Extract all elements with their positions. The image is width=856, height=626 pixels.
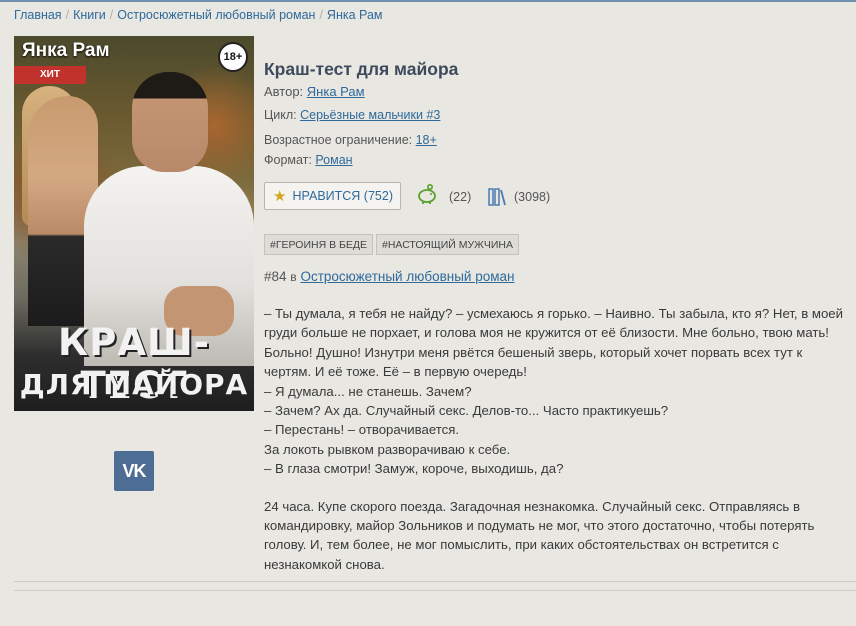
cycle-link[interactable]: Серьёзные мальчики #3 [300,108,440,122]
breadcrumb-home[interactable]: Главная [14,8,62,22]
vk-share-button[interactable]: VK [114,451,154,491]
age-link[interactable]: 18+ [416,133,437,147]
like-button[interactable]: ★ НРАВИТСЯ (752) [264,182,401,210]
like-label: НРАВИТСЯ (752) [292,189,393,203]
author-label: Автор: [264,84,304,99]
library-icon[interactable] [488,188,508,206]
description-paragraph: – Я думала... не станешь. Зачем? [264,383,472,399]
cycle-label: Цикл: [264,108,297,122]
author-link[interactable]: Янка Рам [307,84,365,99]
breadcrumb-books[interactable]: Книги [73,8,106,22]
breadcrumb-separator: / [109,8,114,22]
description-paragraph: – Ты думала, я тебя не найду? – усмехаюс… [264,306,844,380]
description-paragraph: – Зачем? Ах да. Случайный секс. Делов-то… [264,403,669,419]
description-paragraph: 24 часа. Купе скорого поезда. Загадочная… [264,498,815,572]
breadcrumb: Главная / Книги / Остросюжетный любовный ром… [14,8,383,22]
book-title: Краш-тест для майора [264,59,459,79]
piggy-count: (22) [449,190,472,204]
format-link[interactable]: Роман [315,153,352,167]
hit-badge: ХИТ [14,66,86,84]
breadcrumb-separator: / [65,8,70,22]
rank-position: #84 [264,269,287,284]
age-label: Возрастное ограничение: [264,133,413,147]
book-description: – Ты думала, я тебя не найду? – усмехаюс… [264,304,844,574]
piggy-bank-icon[interactable] [415,182,439,206]
age-rating-badge: 18+ [218,42,248,72]
breadcrumb-genre[interactable]: Остросюжетный любовный роман [117,8,315,22]
cover-man-head [132,72,208,172]
cover-author: Янка Рам [22,40,110,61]
library-count: (3098) [514,190,551,204]
rank-genre-link[interactable]: Остросюжетный любовный роман [300,269,514,284]
format-row: Формат: Роман [264,153,353,167]
cycle-row: Цикл: Серьёзные мальчики #3 [264,108,440,122]
breadcrumb-separator: / [319,8,323,22]
vk-icon: VK [122,461,146,481]
age-row: Возрастное ограничение: 18+ [264,133,437,147]
genre-rank: #84 в Остросюжетный любовный роман [264,269,514,284]
author-row: Автор: Янка Рам [264,84,365,99]
rank-in: в [290,270,297,284]
book-cover[interactable]: Янка Рам ХИТ 18+ КРАШ-ТЕСТ ДЛЯ МАЙОРА [14,36,254,411]
top-accent-line [0,0,856,2]
description-paragraph: – В глаза смотри! Замуж, короче, выходиш… [264,461,564,477]
star-icon: ★ [273,188,287,205]
tag-heroine-in-trouble[interactable]: #ГЕРОИНЯ В БЕДЕ [264,234,374,255]
description-paragraph: За локоть рывком разворачиваю к себе. [264,441,511,457]
section-divider [14,590,856,626]
cover-title-line2: ДЛЯ МАЙОРА [19,368,249,401]
description-paragraph: – Перестань! – отворачивается. [264,422,460,438]
format-label: Формат: [264,153,312,167]
description-gap [264,479,844,497]
tag-real-man[interactable]: #НАСТОЯЩИЙ МУЖЧИНА [376,234,519,255]
breadcrumb-author[interactable]: Янка Рам [327,8,383,22]
